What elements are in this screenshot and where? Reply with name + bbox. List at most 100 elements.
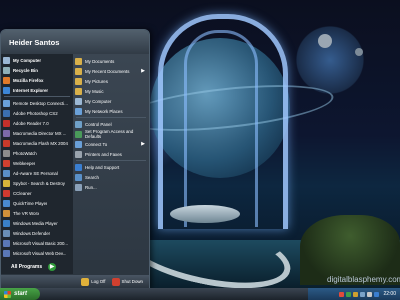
start-label: start	[14, 291, 28, 297]
menu-item-label: Windows Defender	[13, 230, 51, 236]
menu-item-label: My Music	[85, 88, 104, 94]
menu-item-label: QuickTime Player	[13, 200, 48, 206]
menu-separator	[76, 117, 146, 118]
pinned-program-item[interactable]: The VR Worx	[1, 208, 73, 218]
log-off-button[interactable]: Log Off	[81, 277, 106, 286]
wallpaper-watermark: digitalblasphemy.com	[327, 275, 400, 284]
menu-item-label: Webkeeper	[13, 160, 36, 166]
menu-item-label: My Computer	[13, 57, 42, 63]
menu-item-label: Connect To	[85, 141, 108, 147]
all-programs-button[interactable]: All Programs ▶	[1, 260, 73, 274]
log-off-icon	[81, 277, 90, 286]
system-item[interactable]: Connect To ▶	[73, 139, 149, 149]
arrow-right-icon: ▶	[48, 263, 57, 271]
start-menu-header: Heider Santos	[1, 30, 149, 54]
shut-down-button[interactable]: Shut Down	[111, 277, 143, 286]
visual-basic-icon	[3, 239, 10, 247]
spybot-icon	[3, 179, 10, 187]
place-item[interactable]: My Computer	[73, 96, 149, 106]
tool-item[interactable]: Help and Support	[73, 162, 149, 172]
start-button[interactable]: start	[0, 288, 40, 300]
recycle-bin-icon	[3, 66, 10, 74]
inner-arch-graphic	[184, 30, 258, 227]
menu-item-label: My Documents	[85, 58, 115, 64]
pinned-program-item[interactable]: Webkeeper	[1, 158, 73, 168]
power-icon	[111, 277, 120, 286]
menu-item-label: Control Panel	[85, 121, 112, 127]
pinned-program-item[interactable]: Windows Media Player	[1, 218, 73, 228]
system-item[interactable]: Set Program Access and Defaults	[73, 129, 149, 139]
pinned-program-item[interactable]: Remote Desktop Connecti...	[1, 98, 73, 108]
system-item[interactable]: Control Panel	[73, 119, 149, 129]
pinned-program-item[interactable]: Microsoft Visual Basic 200...	[1, 238, 73, 248]
visual-web-dev-icon	[3, 249, 10, 257]
tray-network-icon[interactable]	[353, 291, 359, 297]
pinned-program-item[interactable]: QuickTime Player	[1, 198, 73, 208]
place-item[interactable]: My Music	[73, 86, 149, 96]
pinned-programs-list: My Computer Recycle Bin Mozilla Firefox Int…	[1, 54, 73, 267]
control-panel-icon	[75, 120, 82, 128]
menu-item-label: My Network Places	[85, 108, 123, 114]
pinned-program-item[interactable]: Mozilla Firefox	[1, 75, 73, 85]
pinned-program-item[interactable]: CCleaner	[1, 188, 73, 198]
menu-item-label: Macromedia Flash MX 2004	[13, 140, 68, 146]
place-item[interactable]: My Pictures	[73, 76, 149, 86]
all-programs-label: All Programs	[11, 264, 43, 270]
photowatch-icon	[3, 149, 10, 157]
pinned-program-item[interactable]: Adobe Reader 7.0	[1, 118, 73, 128]
remote-desktop-icon	[3, 99, 10, 107]
menu-item-label: My Pictures	[85, 78, 108, 84]
help-icon	[75, 163, 82, 171]
user-name: Heider Santos	[9, 37, 60, 47]
menu-item-label: Windows Media Player	[13, 220, 58, 226]
webkeeper-icon	[3, 159, 10, 167]
menu-item-label: My Recent Documents	[85, 68, 130, 74]
system-item[interactable]: Printers and Faxes	[73, 149, 149, 159]
log-off-label: Log Off	[91, 279, 106, 284]
ccleaner-icon	[3, 189, 10, 197]
pinned-program-item[interactable]: Macromedia Flash MX 2004	[1, 138, 73, 148]
tool-item[interactable]: Run...	[73, 182, 149, 192]
tray-volume-icon[interactable]	[360, 291, 366, 297]
printer-icon	[75, 150, 82, 158]
pinned-program-item[interactable]: Microsoft Visual Web Dev...	[1, 248, 73, 258]
menu-item-label: Ad-Aware SE Personal	[13, 170, 58, 176]
place-item[interactable]: My Documents	[73, 56, 149, 66]
tray-messenger-icon[interactable]	[346, 291, 352, 297]
place-item[interactable]: My Recent Documents ▶	[73, 66, 149, 76]
taskbar: start 22:00	[0, 288, 400, 300]
tray-defender-icon[interactable]	[374, 291, 380, 297]
clock[interactable]: 22:00	[383, 291, 396, 297]
menu-item-label: Remote Desktop Connecti...	[13, 100, 68, 106]
pinned-program-item[interactable]: Macromedia Director MX ...	[1, 128, 73, 138]
pinned-program-item[interactable]: My Computer	[1, 55, 73, 65]
place-item[interactable]: My Network Places	[73, 106, 149, 116]
documents-icon	[75, 57, 82, 65]
tray-update-icon[interactable]	[367, 291, 373, 297]
start-menu-footer: Log Off Shut Down	[1, 275, 149, 288]
windows-logo-icon	[4, 290, 11, 298]
run-icon	[75, 183, 82, 191]
menu-item-label: Adobe Photoshop CS2	[13, 110, 58, 116]
pinned-program-item[interactable]: Spybot - Search & Destroy	[1, 178, 73, 188]
tool-item[interactable]: Search	[73, 172, 149, 182]
pinned-program-item[interactable]: Internet Explorer	[1, 85, 73, 95]
menu-item-label: Search	[85, 174, 99, 180]
shut-down-label: Shut Down	[121, 279, 143, 284]
tray-shield-icon[interactable]	[339, 291, 345, 297]
program-access-icon	[75, 130, 82, 138]
menu-item-label: CCleaner	[13, 190, 32, 196]
photoshop-icon	[3, 109, 10, 117]
pinned-program-item[interactable]: Adobe Photoshop CS2	[1, 108, 73, 118]
menu-item-label: Spybot - Search & Destroy	[13, 180, 65, 186]
pinned-program-item[interactable]: Ad-Aware SE Personal	[1, 168, 73, 178]
submenu-arrow-icon: ▶	[141, 68, 145, 74]
menu-item-label: PhotoWatch	[13, 150, 37, 156]
menu-item-label: Recycle Bin	[13, 67, 38, 73]
pinned-program-item[interactable]: Windows Defender	[1, 228, 73, 238]
pinned-program-item[interactable]: Recycle Bin	[1, 65, 73, 75]
system-tray: 22:00	[308, 288, 400, 300]
defender-icon	[3, 229, 10, 237]
vr-worx-icon	[3, 209, 10, 217]
pinned-program-item[interactable]: PhotoWatch	[1, 148, 73, 158]
